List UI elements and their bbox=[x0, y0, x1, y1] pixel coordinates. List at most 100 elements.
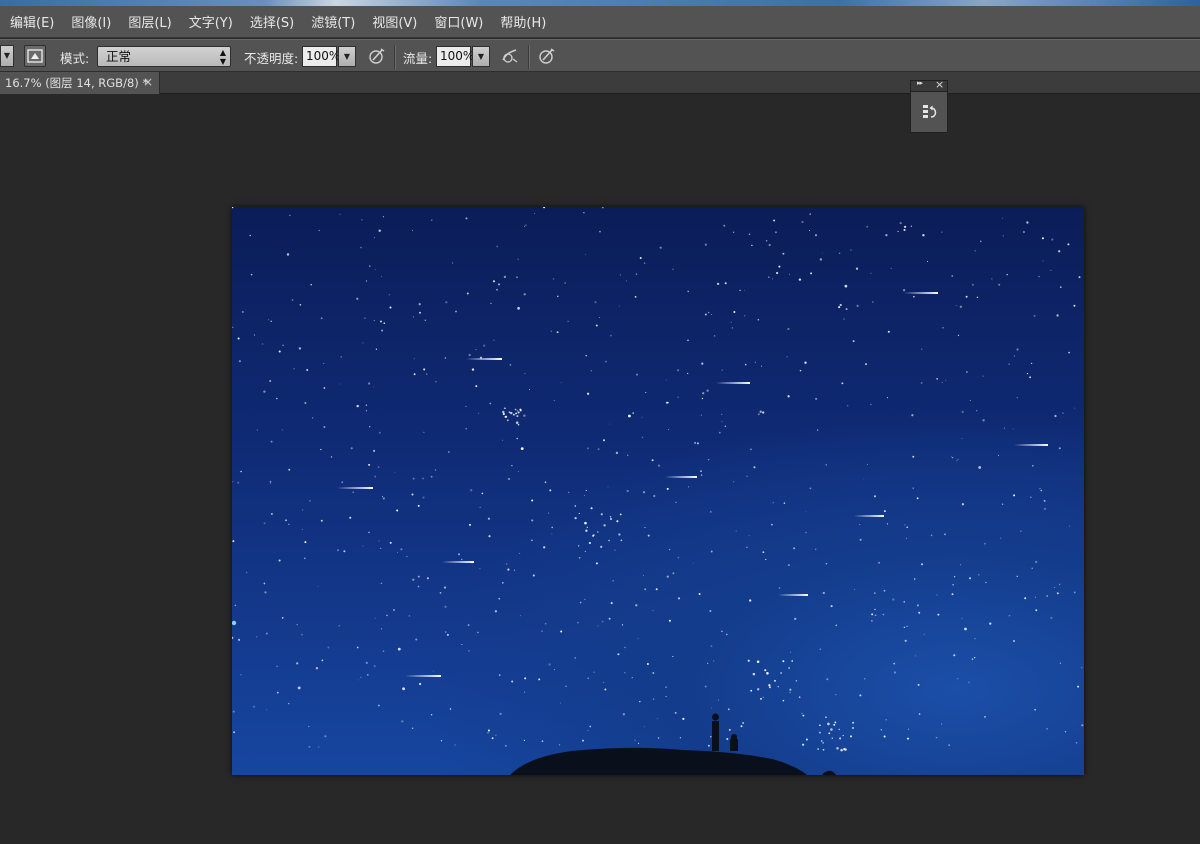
star bbox=[340, 356, 342, 358]
star bbox=[626, 489, 629, 493]
close-icon[interactable]: × bbox=[143, 75, 153, 89]
expand-panels-icon[interactable]: ▸▸ bbox=[917, 79, 923, 87]
star bbox=[930, 534, 933, 537]
star bbox=[904, 524, 906, 526]
star bbox=[584, 254, 586, 255]
star bbox=[604, 688, 607, 691]
star bbox=[552, 278, 555, 280]
star bbox=[942, 327, 944, 329]
star bbox=[291, 299, 294, 301]
star bbox=[380, 582, 383, 585]
star bbox=[470, 489, 473, 492]
star bbox=[731, 327, 734, 329]
star bbox=[533, 213, 535, 215]
star bbox=[730, 321, 732, 323]
menu-image[interactable]: 图像(I) bbox=[71, 12, 111, 31]
star bbox=[899, 221, 902, 225]
flow-dropdown-button[interactable]: ▼ bbox=[472, 46, 490, 67]
star bbox=[579, 601, 582, 604]
star bbox=[1026, 372, 1029, 375]
document-tab[interactable]: 16.7% (图层 14, RGB/8) * × bbox=[0, 72, 160, 94]
flow-input[interactable]: 100% bbox=[436, 46, 474, 67]
star bbox=[830, 728, 833, 731]
star bbox=[543, 207, 546, 209]
star bbox=[559, 702, 561, 704]
star bbox=[394, 472, 396, 474]
star bbox=[978, 574, 980, 576]
star bbox=[380, 628, 383, 630]
star bbox=[833, 723, 836, 726]
star bbox=[418, 303, 421, 306]
pressure-opacity-button[interactable] bbox=[366, 45, 388, 67]
star bbox=[874, 608, 876, 611]
star bbox=[367, 382, 371, 385]
star bbox=[417, 575, 420, 578]
star bbox=[841, 382, 844, 385]
star bbox=[666, 379, 668, 381]
menu-filter[interactable]: 滤镜(T) bbox=[311, 12, 355, 31]
star bbox=[641, 436, 644, 439]
star bbox=[1013, 355, 1015, 357]
star bbox=[380, 320, 382, 323]
star bbox=[364, 317, 366, 319]
star bbox=[687, 339, 689, 342]
star bbox=[677, 556, 680, 559]
star bbox=[588, 541, 592, 545]
document-canvas-image[interactable] bbox=[232, 207, 1084, 775]
star bbox=[232, 710, 235, 713]
star bbox=[467, 624, 470, 627]
star bbox=[952, 584, 954, 586]
close-icon[interactable]: × bbox=[935, 78, 944, 91]
menu-layer[interactable]: 图层(L) bbox=[128, 12, 171, 31]
history-panel-button[interactable] bbox=[920, 102, 940, 122]
menu-type[interactable]: 文字(Y) bbox=[189, 12, 233, 31]
star bbox=[505, 745, 507, 747]
star bbox=[356, 297, 359, 300]
star bbox=[828, 732, 831, 735]
star bbox=[356, 646, 359, 649]
star bbox=[1031, 567, 1033, 570]
star bbox=[726, 738, 729, 740]
menu-window[interactable]: 窗口(W) bbox=[434, 12, 483, 31]
star bbox=[490, 302, 492, 305]
star bbox=[922, 234, 925, 237]
star bbox=[645, 391, 647, 394]
star bbox=[448, 451, 450, 453]
star bbox=[906, 526, 909, 529]
star bbox=[578, 545, 580, 547]
star bbox=[378, 540, 380, 542]
star bbox=[468, 353, 471, 357]
menu-view[interactable]: 视图(V) bbox=[372, 12, 417, 31]
star bbox=[444, 357, 447, 359]
star bbox=[656, 717, 658, 720]
airbrush-toggle-button[interactable] bbox=[499, 45, 521, 67]
star bbox=[767, 276, 770, 279]
menu-help[interactable]: 帮助(H) bbox=[500, 12, 546, 31]
star bbox=[923, 633, 925, 635]
star bbox=[466, 292, 469, 295]
star bbox=[507, 568, 510, 571]
star bbox=[431, 219, 433, 221]
star bbox=[339, 213, 341, 215]
mode-select[interactable]: 正常 ▲ ▼ bbox=[97, 46, 231, 67]
opacity-input[interactable]: 100% bbox=[302, 46, 340, 67]
star bbox=[233, 731, 236, 734]
star bbox=[392, 608, 396, 612]
star bbox=[810, 272, 813, 275]
star bbox=[856, 304, 859, 307]
star bbox=[423, 431, 425, 433]
menu-edit[interactable]: 编辑(E) bbox=[10, 12, 54, 31]
menu-select[interactable]: 选择(S) bbox=[250, 12, 294, 31]
tool-preset-dropdown[interactable]: ▼ bbox=[0, 45, 14, 67]
star bbox=[365, 410, 367, 412]
star bbox=[701, 362, 704, 365]
star bbox=[413, 358, 415, 360]
star bbox=[842, 734, 844, 737]
star bbox=[913, 295, 915, 298]
star bbox=[582, 739, 584, 742]
brush-panel-toggle-button[interactable] bbox=[24, 45, 46, 67]
star bbox=[704, 243, 708, 246]
star bbox=[607, 486, 609, 488]
opacity-dropdown-button[interactable]: ▼ bbox=[338, 46, 356, 67]
pressure-size-button[interactable] bbox=[536, 45, 558, 67]
